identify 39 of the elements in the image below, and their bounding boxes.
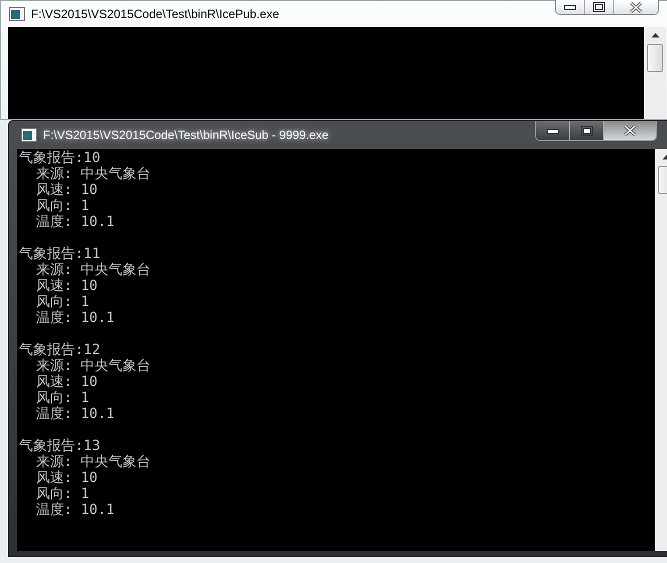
- report-line: 温度: 10.1: [34, 502, 116, 518]
- close-button[interactable]: [613, 0, 658, 14]
- report-line: 来源: 中央气象台: [34, 262, 152, 278]
- report-line: 温度: 10.1: [34, 310, 116, 326]
- minimize-button[interactable]: [556, 0, 584, 14]
- window-title: F:\VS2015\VS2015Code\Test\binR\IcePub.exe: [31, 7, 280, 21]
- report-line: 温度: 10.1: [34, 214, 116, 230]
- report-line: 来源: 中央气象台: [34, 358, 152, 374]
- report-line: 温度: 10.1: [34, 406, 116, 422]
- scrollbar[interactable]: [644, 27, 666, 119]
- report-line: 风速: 10: [34, 374, 99, 390]
- report-line: 风速: 10: [34, 182, 99, 198]
- report-line: 风向: 1: [34, 294, 90, 310]
- minimize-button[interactable]: [536, 121, 569, 140]
- close-icon: [629, 2, 643, 12]
- report-header: 气象报告:12: [19, 342, 102, 358]
- scroll-up-icon: [650, 32, 660, 38]
- report-header: 气象报告:11: [19, 246, 102, 262]
- minimize-icon: [564, 3, 576, 11]
- app-icon: [9, 7, 25, 21]
- close-icon: [623, 125, 637, 136]
- report-header: 气象报告:10: [19, 150, 102, 166]
- maximize-icon: [593, 2, 605, 12]
- report-line: 风向: 1: [34, 198, 90, 214]
- close-button[interactable]: [603, 121, 656, 140]
- maximize-button[interactable]: [584, 0, 613, 14]
- report-line: 风速: 10: [34, 278, 99, 294]
- scroll-thumb[interactable]: [647, 44, 663, 72]
- app-icon: [21, 128, 37, 142]
- report-line: 来源: 中央气象台: [34, 454, 152, 470]
- report-header: 气象报告:13: [19, 438, 102, 454]
- report-line: 风向: 1: [34, 486, 90, 502]
- window-title: F:\VS2015\VS2015Code\Test\binR\IceSub - 9999.exe: [43, 128, 329, 142]
- report-line: 风速: 10: [34, 470, 99, 486]
- report-line: 来源: 中央气象台: [34, 166, 152, 182]
- maximize-icon: [580, 126, 592, 136]
- report-line: 风向: 1: [34, 390, 90, 406]
- maximize-button[interactable]: [569, 121, 603, 140]
- minimize-icon: [546, 126, 558, 134]
